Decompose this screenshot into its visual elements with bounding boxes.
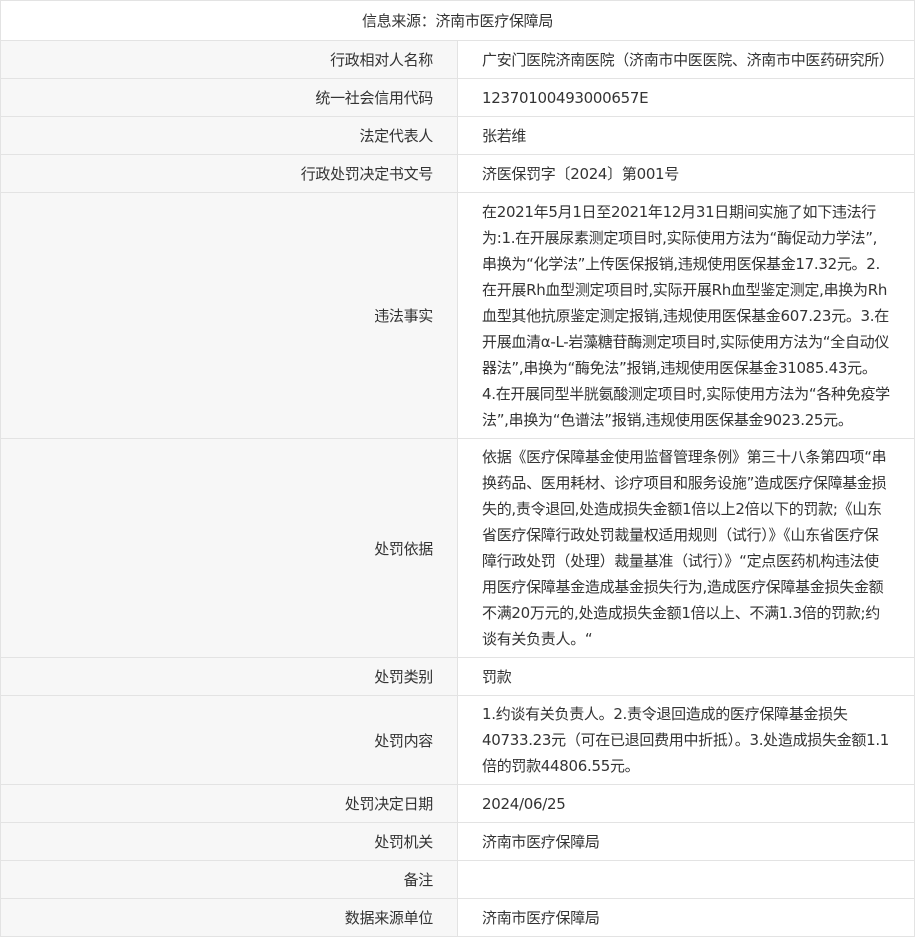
row-value-decision-number: 济医保罚字〔2024〕第001号 bbox=[457, 154, 915, 193]
table-row: 数据来源单位 济南市医疗保障局 bbox=[0, 898, 915, 937]
row-label-decision-number: 行政处罚决定书文号 bbox=[0, 154, 458, 193]
table-row: 法定代表人 张若维 bbox=[0, 116, 915, 155]
table-row: 行政相对人名称 广安门医院济南医院（济南市中医医院、济南市中医药研究所） bbox=[0, 40, 915, 79]
row-label-data-source: 数据来源单位 bbox=[0, 898, 458, 937]
row-value-credit-code: 12370100493000657E bbox=[457, 78, 915, 117]
table-row: 统一社会信用代码 12370100493000657E bbox=[0, 78, 915, 117]
row-value-penalty-basis: 依据《医疗保障基金使用监督管理条例》第三十八条第四项“串换药品、医用耗材、诊疗项… bbox=[457, 438, 915, 658]
table-row: 违法事实 在2021年5月1日至2021年12月31日期间实施了如下违法行为:1… bbox=[0, 192, 915, 439]
table-row: 处罚机关 济南市医疗保障局 bbox=[0, 822, 915, 861]
penalty-info-page: 信息来源：济南市医疗保障局 行政相对人名称 广安门医院济南医院（济南市中医医院、… bbox=[0, 0, 915, 937]
row-label-penalty-authority: 处罚机关 bbox=[0, 822, 458, 861]
table-row: 处罚依据 依据《医疗保障基金使用监督管理条例》第三十八条第四项“串换药品、医用耗… bbox=[0, 438, 915, 658]
row-value-remarks bbox=[457, 860, 915, 899]
row-value-penalty-authority: 济南市医疗保障局 bbox=[457, 822, 915, 861]
row-label-party-name: 行政相对人名称 bbox=[0, 40, 458, 79]
row-label-decision-date: 处罚决定日期 bbox=[0, 784, 458, 823]
penalty-info-table: 信息来源：济南市医疗保障局 行政相对人名称 广安门医院济南医院（济南市中医医院、… bbox=[0, 0, 915, 937]
row-label-legal-rep: 法定代表人 bbox=[0, 116, 458, 155]
table-row: 行政处罚决定书文号 济医保罚字〔2024〕第001号 bbox=[0, 154, 915, 193]
row-value-penalty-content: 1.约谈有关负责人。2.责令退回造成的医疗保障基金损失40733.23元（可在已… bbox=[457, 695, 915, 785]
info-source-header: 信息来源：济南市医疗保障局 bbox=[0, 0, 915, 41]
row-label-credit-code: 统一社会信用代码 bbox=[0, 78, 458, 117]
row-value-party-name: 广安门医院济南医院（济南市中医医院、济南市中医药研究所） bbox=[457, 40, 915, 79]
row-label-remarks: 备注 bbox=[0, 860, 458, 899]
row-label-penalty-type: 处罚类别 bbox=[0, 657, 458, 696]
row-value-data-source: 济南市医疗保障局 bbox=[457, 898, 915, 937]
table-row: 处罚内容 1.约谈有关负责人。2.责令退回造成的医疗保障基金损失40733.23… bbox=[0, 695, 915, 785]
row-label-penalty-content: 处罚内容 bbox=[0, 695, 458, 785]
row-label-penalty-basis: 处罚依据 bbox=[0, 438, 458, 658]
row-value-decision-date: 2024/06/25 bbox=[457, 784, 915, 823]
table-row: 备注 bbox=[0, 860, 915, 899]
table-row: 处罚类别 罚款 bbox=[0, 657, 915, 696]
row-label-violation-facts: 违法事实 bbox=[0, 192, 458, 439]
header-row: 信息来源：济南市医疗保障局 bbox=[0, 0, 915, 41]
row-value-legal-rep: 张若维 bbox=[457, 116, 915, 155]
row-value-penalty-type: 罚款 bbox=[457, 657, 915, 696]
row-value-violation-facts: 在2021年5月1日至2021年12月31日期间实施了如下违法行为:1.在开展尿… bbox=[457, 192, 915, 439]
table-row: 处罚决定日期 2024/06/25 bbox=[0, 784, 915, 823]
